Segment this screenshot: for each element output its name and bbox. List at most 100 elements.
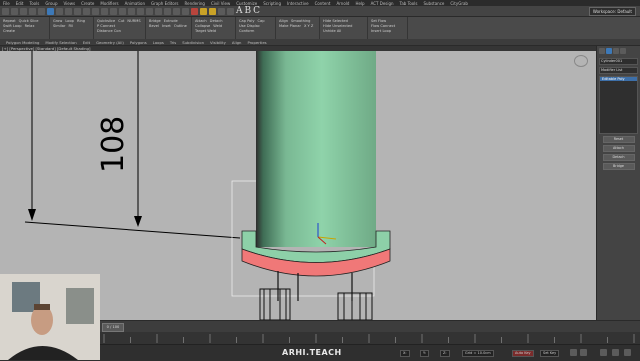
ribbon-button[interactable]: Grow	[53, 19, 62, 23]
bind-icon[interactable]	[38, 7, 45, 15]
ribbon-button[interactable]: Quickslice	[97, 19, 115, 23]
ribbon-button[interactable]: Inset	[162, 24, 171, 28]
create-tab-icon[interactable]	[599, 48, 605, 54]
ribbon-button[interactable]: Set Flow	[371, 19, 386, 23]
ribbon-section-label[interactable]: Properties	[241, 40, 266, 45]
text-tool-a[interactable]: A	[236, 6, 243, 16]
ribbon-button[interactable]: Hide Selected	[323, 19, 348, 23]
cylinder-object[interactable]	[256, 51, 376, 247]
play-icon[interactable]	[570, 349, 577, 356]
ribbon-button[interactable]: Conform	[239, 29, 254, 33]
ribbon-button[interactable]: Detach	[210, 19, 223, 23]
menu-item[interactable]: Scripting	[263, 1, 281, 6]
ribbon-button[interactable]: Bridge	[149, 19, 161, 23]
modify-tab-icon[interactable]	[606, 48, 612, 54]
select-by-name-icon[interactable]	[56, 7, 63, 15]
curve-editor-icon[interactable]	[173, 7, 180, 15]
move-icon[interactable]	[74, 7, 81, 15]
ribbon-button[interactable]: NURMS	[127, 19, 140, 23]
ribbon-button[interactable]: Similar	[53, 24, 65, 28]
coord-z-field[interactable]: Z:	[440, 350, 450, 357]
ribbon-button[interactable]: Loop	[65, 19, 74, 23]
rotate-icon[interactable]	[83, 7, 90, 15]
menu-item[interactable]: CityGrab	[450, 1, 468, 6]
menu-item[interactable]: Arnold	[336, 1, 349, 6]
ribbon-button[interactable]: Cap Poly	[239, 19, 255, 23]
ribbon-button[interactable]: Unhide All	[323, 29, 341, 33]
ribbon-section-label[interactable]: Polygons	[124, 40, 147, 45]
ribbon-button[interactable]: Cap	[258, 19, 265, 23]
render-setup-icon[interactable]	[200, 7, 207, 15]
ribbon-button[interactable]: Swift Loop	[3, 24, 22, 28]
ribbon-button[interactable]: Create	[3, 29, 15, 33]
ribbon-section-label[interactable]: Polygon Modeling	[0, 40, 39, 45]
align-icon[interactable]	[155, 7, 162, 15]
mirror-icon[interactable]	[146, 7, 153, 15]
panel-button-bridge[interactable]: Bridge	[602, 163, 635, 170]
panel-button-attach[interactable]: Attach	[602, 145, 635, 152]
render-icon[interactable]	[209, 7, 216, 15]
undo-icon[interactable]	[2, 7, 9, 15]
ribbon-button[interactable]: Extrude	[164, 19, 178, 23]
select-icon[interactable]	[47, 7, 54, 15]
hierarchy-tab-icon[interactable]	[613, 48, 619, 54]
unlink-icon[interactable]	[29, 7, 36, 15]
object-name-field[interactable]: Cylinder001	[599, 58, 638, 65]
ribbon-button[interactable]: Distance Con	[97, 29, 121, 33]
layer-icon[interactable]	[164, 7, 171, 15]
ribbon-button[interactable]: Make Planar	[279, 24, 301, 28]
next-frame-icon[interactable]	[580, 349, 587, 356]
auto-key-button[interactable]: Auto Key	[512, 350, 534, 357]
link-icon[interactable]	[20, 7, 27, 15]
ribbon-section-label[interactable]: Modify Selection	[39, 40, 76, 45]
text-tool-c[interactable]: C	[253, 6, 260, 16]
coord-y-field[interactable]: Y:	[420, 350, 429, 357]
modifier-list-dropdown[interactable]: Modifier List	[599, 67, 638, 74]
menu-item[interactable]: Views	[64, 1, 76, 6]
ribbon-button[interactable]: Flow Connect	[371, 24, 395, 28]
light-icon[interactable]	[227, 7, 234, 15]
ribbon-button[interactable]: Weld	[213, 24, 222, 28]
zoom-icon[interactable]	[600, 349, 607, 356]
motion-tab-icon[interactable]	[620, 48, 626, 54]
viewcube-icon[interactable]	[574, 55, 588, 67]
text-tool-b[interactable]: B	[245, 6, 252, 16]
scale-icon[interactable]	[92, 7, 99, 15]
panel-button-detach[interactable]: Detach	[602, 154, 635, 161]
ribbon-section-label[interactable]: Loops	[147, 40, 164, 45]
ribbon-button[interactable]: X Y Z	[304, 24, 313, 28]
sun-icon[interactable]	[218, 7, 225, 15]
ribbon-button[interactable]: P Connect	[97, 24, 115, 28]
menu-item[interactable]: File	[3, 1, 10, 6]
ribbon-button[interactable]: Attach	[195, 19, 207, 23]
ribbon-button[interactable]: Align	[279, 19, 288, 23]
menu-item[interactable]: Modifiers	[100, 1, 118, 6]
menu-item[interactable]: Group	[45, 1, 57, 6]
region-select-icon[interactable]	[65, 7, 72, 15]
menu-item[interactable]: Content	[315, 1, 331, 6]
ribbon-button[interactable]: Insert Loop	[371, 29, 391, 33]
menu-item[interactable]: Animation	[125, 1, 145, 6]
track-bar[interactable]	[100, 332, 640, 344]
menu-item[interactable]: Create	[81, 1, 94, 6]
menu-item[interactable]: Tab Tools	[400, 1, 418, 6]
modifier-stack[interactable]: Editable Poly	[599, 76, 638, 134]
placement-icon[interactable]	[101, 7, 108, 15]
ribbon-button[interactable]: Relax	[25, 24, 35, 28]
menu-item[interactable]: Graph Editors	[151, 1, 178, 6]
ribbon-button[interactable]: Use Displac	[239, 24, 260, 28]
set-key-button[interactable]: Set Key	[540, 350, 560, 357]
coord-x-field[interactable]: X:	[400, 350, 410, 357]
menu-item[interactable]: Help	[355, 1, 364, 6]
ribbon-button[interactable]: Repeat	[3, 19, 16, 23]
menu-item[interactable]: Interactive	[287, 1, 309, 6]
ribbon-button[interactable]: Ring	[77, 19, 85, 23]
percent-snap-icon[interactable]	[137, 7, 144, 15]
ribbon-button[interactable]: Outline	[174, 24, 187, 28]
ribbon-button[interactable]: Hide Unselected	[323, 24, 352, 28]
ribbon-button[interactable]: Collapse	[195, 24, 210, 28]
ribbon-section-label[interactable]: Edit	[77, 40, 90, 45]
menu-item[interactable]: Tools	[29, 1, 39, 6]
snap-icon[interactable]	[119, 7, 126, 15]
menu-item[interactable]: Civil View	[211, 1, 230, 6]
